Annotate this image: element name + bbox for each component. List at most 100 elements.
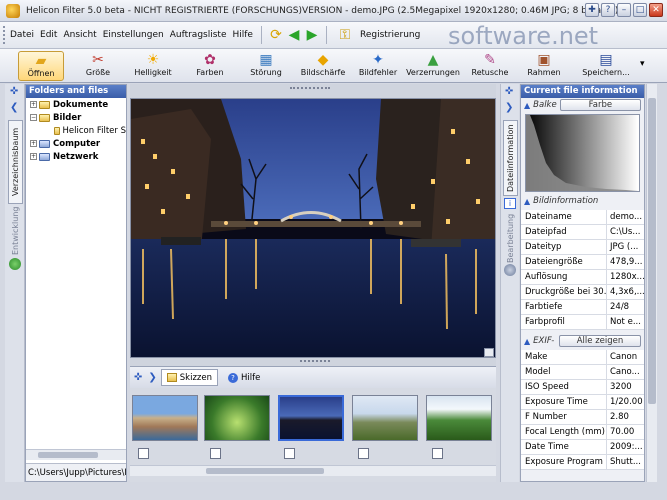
pin-icon[interactable]: ✚ (585, 3, 599, 17)
prop-value: 478,9... (610, 257, 643, 267)
sharpen-button[interactable]: ◆ Bildschärfe (298, 51, 348, 81)
tree-item-dokumente[interactable]: + Dokumente (26, 98, 126, 111)
thumbnail-2[interactable] (204, 395, 270, 441)
thumbnail-checkbox[interactable] (358, 448, 369, 459)
toolbar-overflow-icon[interactable]: ▾ (640, 59, 645, 69)
prop-key: Auflösung (521, 270, 607, 284)
prop-key: ISO Speed (521, 380, 607, 394)
expand-icon[interactable]: + (30, 153, 37, 160)
prop-value: JPG (... (610, 242, 639, 252)
resize-button[interactable]: ✂ Größe (76, 51, 120, 81)
defect-button[interactable]: ✦ Bildfehler (356, 51, 400, 81)
collapse-left-icon[interactable]: ❮ (10, 102, 18, 113)
thumbnail-5[interactable] (426, 395, 492, 441)
tree-item-netzwerk[interactable]: + Netzwerk (26, 150, 126, 163)
scroll-thumb[interactable] (648, 98, 656, 404)
menu-einstellungen[interactable]: Einstellungen (100, 30, 167, 40)
tab-verzeichnisbaum[interactable]: Verzeichnisbaum (8, 120, 23, 204)
edit-icon[interactable] (504, 264, 516, 276)
scroll-thumb[interactable] (206, 468, 324, 474)
tree-item-helicon-filter[interactable]: Helicon Filter S (26, 124, 126, 137)
main-toolbar: ▰ Öffnen ✂ Größe ☀ Helligkeit ✿ Farben ▦… (0, 49, 667, 83)
menu-edit[interactable]: Edit (37, 30, 60, 40)
current-path: C:\Users\Jupp\Pictures\H (26, 463, 126, 481)
tab-bearbeitung[interactable]: Bearbeitung (503, 213, 518, 262)
thumbnail-checkbox[interactable] (432, 448, 443, 459)
tree-item-computer[interactable]: + Computer (26, 137, 126, 150)
thumbnail-checkbox[interactable] (138, 448, 149, 459)
close-button[interactable]: ✕ (649, 3, 663, 17)
frame-button[interactable]: ▣ Rahmen (526, 51, 562, 81)
histogram-label: Balke (533, 100, 557, 110)
collapse-triangle-icon[interactable]: ▲ (524, 197, 530, 206)
histogram-graph (526, 115, 638, 191)
tab-hilfe[interactable]: ? Hilfe (222, 369, 266, 386)
pin-icon[interactable]: ✜ (134, 372, 142, 383)
collapse-triangle-icon[interactable]: ▲ (524, 337, 530, 346)
prop-value: 4,3x6,... (610, 287, 644, 297)
table-row: Make Canon (521, 350, 644, 365)
develop-icon[interactable] (9, 258, 21, 270)
tool-label: Verzerrungen (406, 68, 460, 77)
menu-ansicht[interactable]: Ansicht (60, 30, 99, 40)
menu-datei[interactable]: Datei (7, 30, 37, 40)
fit-view-icon[interactable] (484, 348, 494, 357)
file-info-header: Current file information (521, 85, 644, 98)
title-bar: Helicon Filter 5.0 beta - NICHT REGISTRI… (0, 0, 667, 22)
thumbnail-4[interactable] (352, 395, 418, 441)
info-vertical-scrollbar[interactable] (646, 84, 657, 482)
pin-icon[interactable]: ✜ (10, 86, 18, 97)
folders-header: Folders and files (26, 85, 126, 98)
tab-skizzen[interactable]: Skizzen (160, 369, 219, 386)
info-icon[interactable]: i (504, 198, 516, 209)
menu-auftragsliste[interactable]: Auftragsliste (167, 30, 230, 40)
frame-icon: ▣ (537, 51, 551, 68)
back-arrow-icon[interactable]: ◀ (285, 26, 303, 44)
tree-item-bilder[interactable]: − Bilder (26, 111, 126, 124)
collapse-icon[interactable]: − (30, 114, 37, 121)
distortion-button[interactable]: ▲ Verzerrungen (406, 51, 460, 81)
prop-key: Focal Length (mm) (521, 425, 607, 439)
table-row: Exposure Time 1/20.00 (521, 395, 644, 410)
thumbnail-1[interactable] (132, 395, 198, 441)
brightness-button[interactable]: ☀ Helligkeit (130, 51, 176, 81)
collapse-down-icon[interactable]: ❯ (148, 372, 156, 383)
scroll-thumb[interactable] (38, 452, 98, 458)
thumbnail-checkbox[interactable] (210, 448, 221, 459)
minimize-button[interactable]: – (617, 3, 631, 17)
noise-button[interactable]: ▦ Störung (244, 51, 288, 81)
expand-icon[interactable]: + (30, 140, 37, 147)
prop-value: Not e... (610, 317, 641, 327)
prop-value: demo... (610, 212, 643, 222)
register-button[interactable]: ⚿ Registrierung (332, 26, 427, 44)
prop-key: Farbtiefe (521, 300, 607, 314)
prop-value: 2009:... (610, 442, 643, 452)
pin-icon[interactable]: ✜ (505, 86, 513, 97)
tab-dateiinformation[interactable]: Dateiinformation (503, 120, 518, 196)
show-all-button[interactable]: Alle zeigen (559, 335, 641, 347)
splitter-handle[interactable] (300, 360, 330, 364)
image-viewer[interactable] (130, 98, 496, 358)
refresh-icon[interactable]: ⟳ (267, 26, 285, 44)
open-folder-icon: ▰ (35, 52, 47, 69)
thumbnail-checkbox[interactable] (284, 448, 295, 459)
collapse-triangle-icon[interactable]: ▲ (524, 101, 530, 110)
collapse-right-icon[interactable]: ❯ (505, 102, 513, 113)
splitter-handle[interactable] (290, 87, 330, 93)
thumbnails-horizontal-scrollbar[interactable] (130, 465, 496, 476)
retouch-button[interactable]: ✎ Retusche (470, 51, 510, 81)
forward-arrow-icon[interactable]: ▶ (303, 26, 321, 44)
help-icon[interactable]: ? (601, 3, 615, 17)
maximize-button[interactable]: □ (633, 3, 647, 17)
thumbnail-3-selected[interactable] (278, 395, 344, 441)
expand-icon[interactable]: + (30, 101, 37, 108)
menu-hilfe[interactable]: Hilfe (229, 30, 255, 40)
tab-entwicklung[interactable]: Entwicklung (8, 207, 23, 256)
open-button[interactable]: ▰ Öffnen (18, 51, 64, 81)
prop-key: Dateipfad (521, 225, 607, 239)
folders-horizontal-scrollbar[interactable] (26, 449, 126, 460)
colors-button[interactable]: ✿ Farben (188, 51, 232, 81)
color-dropdown[interactable]: Farbe (559, 99, 641, 111)
save-button[interactable]: ▤ Speichern... (582, 51, 630, 81)
network-icon (39, 152, 50, 161)
